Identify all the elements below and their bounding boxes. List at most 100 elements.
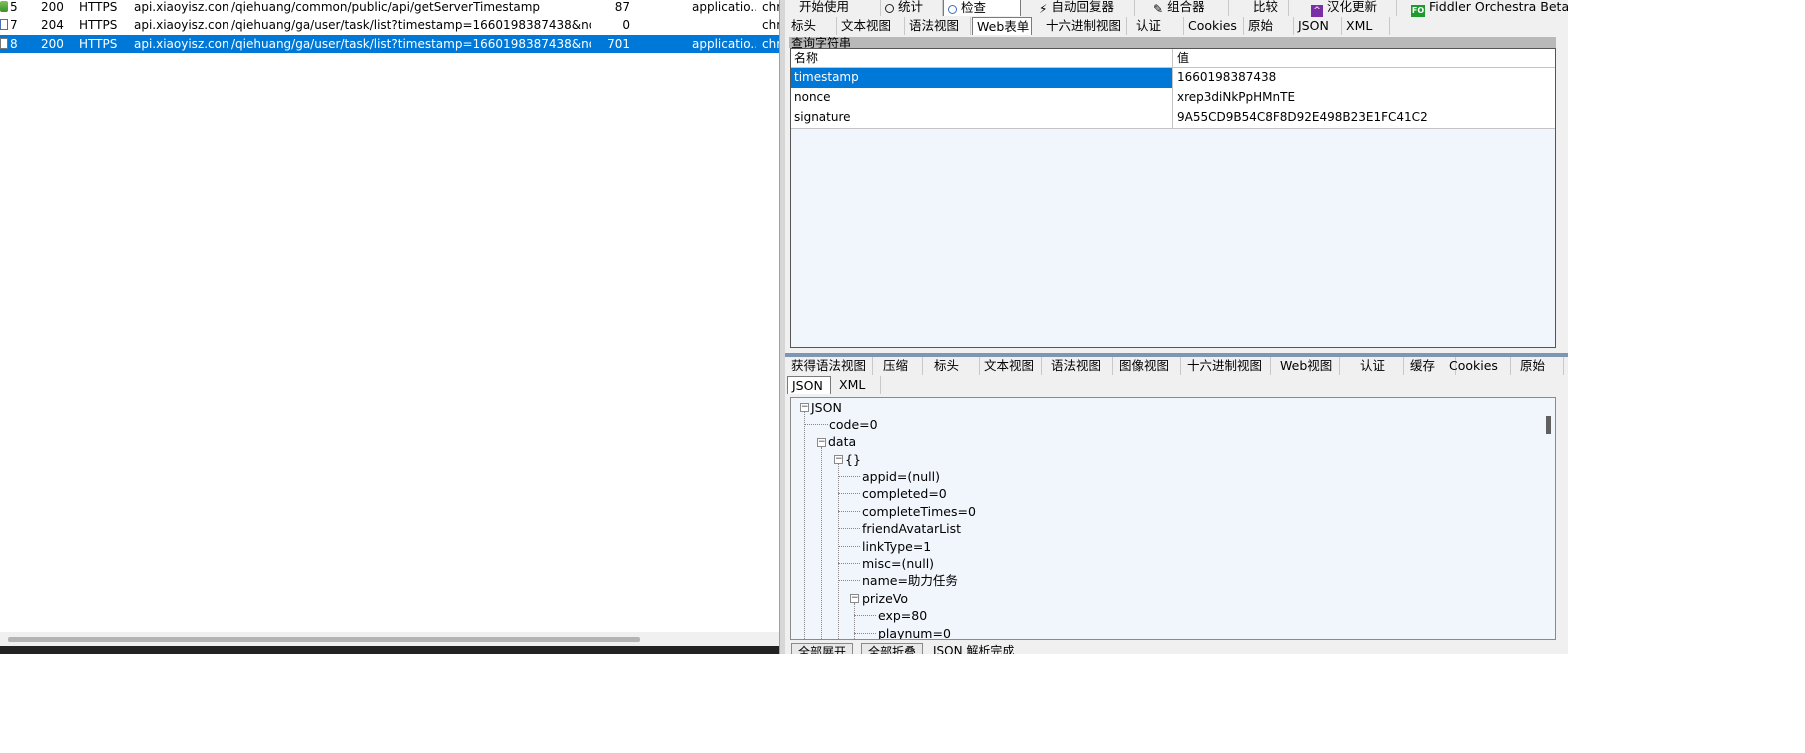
grid-header: 名称 值 [791,49,1555,68]
resp-tab-hexview[interactable]: 十六进制视图 [1183,357,1271,375]
resp-tab-xml[interactable]: XML [835,376,881,394]
tab-get-started[interactable]: 开始使用 [795,0,881,16]
tree-node[interactable]: exp=80 [878,607,927,624]
req-tab-json[interactable]: JSON [1294,17,1342,35]
response-ok-icon [0,1,8,12]
session-row-8[interactable]: 8 200 HTTPS api.xiaoyisz.com /qiehuang/g… [0,35,779,53]
col-value-header[interactable]: 值 [1174,49,1555,67]
tree-node[interactable]: appid=(null) [862,468,940,485]
scrollbar-thumb[interactable] [8,637,640,642]
tree-node[interactable]: prizeVo [862,590,908,607]
tree-line [854,603,855,639]
session-body: 701 [607,37,630,51]
collapse-toggle-icon[interactable]: − [817,438,826,447]
session-row-7[interactable]: 7 204 HTTPS api.xiaoyisz.com /qiehuang/g… [0,16,779,34]
vertical-scrollbar-thumb[interactable] [1546,416,1551,434]
tree-node[interactable]: completeTimes=0 [862,503,976,520]
tree-line [804,424,828,425]
req-tab-cookies[interactable]: Cookies [1184,17,1244,35]
table-row[interactable]: nonce xrep3diNkPpHMnTE [791,88,1555,109]
collapse-toggle-icon[interactable]: − [800,403,809,412]
resp-tab-cookies[interactable]: Cookies [1445,357,1511,375]
lightning-icon: ⚡ [1039,2,1048,16]
tab-compare[interactable]: 比较 [1249,0,1289,16]
querystring-grid[interactable]: 名称 值 timestamp 1660198387438 nonce xrep3… [790,48,1556,348]
req-tab-headers[interactable]: 标头 [787,17,837,35]
json-tree[interactable]: − − − − JSON code=0 data {} appid=(null)… [790,397,1556,640]
tree-line [821,447,822,639]
tree-node[interactable]: friendAvatarList [862,520,961,537]
expand-all-button[interactable]: 全部展开 [791,643,854,654]
session-id: 8 [10,37,18,51]
resp-tab-syntaxview[interactable]: 语法视图 [1047,357,1113,375]
tree-node[interactable]: data [828,433,856,450]
tree-node[interactable]: JSON [811,399,842,416]
tab-statistics[interactable]: 统计 [881,0,943,16]
session-process: chr [762,37,779,51]
session-process: chr [762,0,779,14]
session-host: api.xiaoyisz.com [134,18,228,32]
resp-tab-textview[interactable]: 文本视图 [980,357,1042,375]
param-name: signature [791,108,1173,128]
session-process: chr [762,18,779,32]
collapse-all-button[interactable]: 全部折叠 [861,643,924,654]
response-tabbar-row2: JSON XML [785,376,1568,395]
collapse-toggle-icon[interactable]: − [834,455,843,464]
tree-node[interactable]: name=助力任务 [862,572,958,589]
tree-line [838,563,860,564]
horizontal-scrollbar[interactable] [0,632,779,646]
magnifier-icon [948,5,957,14]
session-row-5[interactable]: 5 200 HTTPS api.xiaoyisz.com /qiehuang/c… [0,0,779,16]
clock-icon [885,4,894,13]
resp-tab-auth[interactable]: 认证 [1356,357,1404,375]
tree-node[interactable]: misc=(null) [862,555,934,572]
json-toolbar: 全部展开 全部折叠 JSON 解析完成 [785,641,1568,654]
resp-tab-get-syntaxview[interactable]: 获得语法视图 [787,357,873,375]
col-name-header[interactable]: 名称 [791,49,1173,67]
tree-line [838,511,860,512]
tab-fiddler-orchestra[interactable]: FO Fiddler Orchestra Beta [1407,0,1568,17]
request-tabbar: 标头 文本视图 语法视图 Web表单 十六进制视图 认证 Cookies 原始 … [785,17,1568,36]
session-result: 200 [41,0,64,14]
info-icon [0,19,8,30]
resp-tab-json[interactable]: JSON [787,376,831,394]
parse-status: JSON 解析完成 [933,644,1015,654]
collapse-toggle-icon[interactable]: − [850,594,859,603]
tree-node[interactable]: code=0 [829,416,878,433]
tree-node[interactable]: {} [845,451,861,468]
tree-node[interactable]: completed=0 [862,485,947,502]
session-content-type: applicatio... [692,37,756,51]
table-row[interactable]: signature 9A55CD9B54C8F8D92E498B23E1FC41… [791,108,1555,129]
session-url: /qiehuang/ga/user/task/list?timestamp=16… [231,37,591,51]
tab-localization-update[interactable]: ^ 汉化更新 [1307,0,1397,17]
tree-line [838,464,839,639]
param-value: 1660198387438 [1177,70,1277,84]
tab-inspectors[interactable]: 检查 [943,0,1021,16]
req-tab-textview[interactable]: 文本视图 [837,17,905,35]
req-tab-auth[interactable]: 认证 [1132,17,1184,35]
tree-node[interactable]: linkType=1 [862,538,931,555]
req-tab-webforms[interactable]: Web表单 [972,17,1032,35]
tab-composer[interactable]: ✎ 组合器 [1149,0,1229,16]
req-tab-raw[interactable]: 原始 [1244,17,1294,35]
tree-line [854,633,876,634]
tree-line [838,580,860,581]
querystring-title: 查询字符串 [789,37,1556,48]
tree-line [804,412,805,639]
resp-tab-webview[interactable]: Web视图 [1276,357,1340,375]
table-row[interactable]: timestamp 1660198387438 [791,68,1555,89]
tree-line [838,476,860,477]
pencil-icon: ✎ [1153,2,1164,16]
req-tab-syntaxview[interactable]: 语法视图 [905,17,971,35]
tree-node[interactable]: playnum=0 [878,625,951,639]
resp-tab-imageview[interactable]: 图像视图 [1115,357,1181,375]
resp-tab-raw[interactable]: 原始 [1516,357,1564,375]
resp-tab-transformer[interactable]: 压缩 [879,357,923,375]
tree-line [838,546,860,547]
tab-autoresponder[interactable]: ⚡ 自动回复器 [1035,0,1135,16]
resp-tab-headers[interactable]: 标头 [930,357,980,375]
session-list[interactable]: 5 200 HTTPS api.xiaoyisz.com /qiehuang/c… [0,0,779,654]
param-name: timestamp [791,68,1173,88]
req-tab-xml[interactable]: XML [1342,17,1390,35]
req-tab-hexview[interactable]: 十六进制视图 [1042,17,1127,35]
